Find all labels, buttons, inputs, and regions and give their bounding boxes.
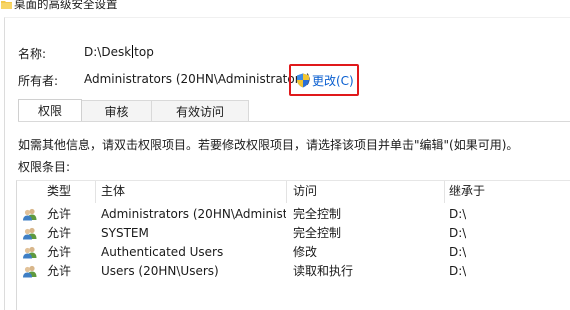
folder-icon <box>1 1 12 9</box>
permission-entries-label: 权限条目: <box>18 160 71 174</box>
column-inherited-from[interactable]: 继承于 <box>449 181 485 203</box>
table-row[interactable]: 允许 Authenticated Users 修改 D:\ <box>17 243 570 262</box>
name-label: 名称: <box>18 47 47 61</box>
name-value[interactable]: D:\Desk top <box>84 45 154 59</box>
row-inherited-from: D:\ <box>449 264 467 278</box>
change-owner-link[interactable]: 更改(C) <box>289 64 359 96</box>
owner-value: Administrators (20HN\Administrators) <box>84 72 311 86</box>
text-cursor <box>132 45 134 58</box>
row-access: 修改 <box>293 245 318 259</box>
uac-shield-icon <box>297 73 309 87</box>
tab-permissions[interactable]: 权限 <box>18 99 82 121</box>
title-bar: 桌面的高级安全设置 <box>0 0 570 14</box>
row-principal: Authenticated Users <box>101 245 224 259</box>
info-text: 如需其他信息，请双击权限项目。若要修改权限项目，请选择该项目并单击"编辑"(如果… <box>18 138 519 152</box>
change-link-text: 更改(C) <box>312 73 354 88</box>
row-inherited-from: D:\ <box>449 245 467 259</box>
name-value-part-1: D:\Desk <box>84 45 132 59</box>
name-value-part-2: top <box>134 45 154 59</box>
row-access: 完全控制 <box>293 226 342 240</box>
row-access: 完全控制 <box>293 207 342 221</box>
column-principal[interactable]: 主体 <box>101 181 125 203</box>
column-type[interactable]: 类型 <box>47 181 71 203</box>
table-row[interactable]: 允许 SYSTEM 完全控制 D:\ <box>17 224 570 243</box>
table-header: 类型 主体 访问 继承于 <box>17 181 570 203</box>
row-principal: Users (20HN\Users) <box>101 264 219 278</box>
tab-effective-access-label: 有效访问 <box>175 104 224 119</box>
column-separator[interactable] <box>444 181 445 203</box>
users-icon <box>23 246 37 259</box>
tab-strip: 权限 审核 有效访问 <box>18 99 249 121</box>
users-icon <box>23 265 37 278</box>
owner-label: 所有者: <box>18 74 59 88</box>
tab-auditing-label: 审核 <box>104 104 129 119</box>
table-row[interactable]: 允许 Administrators (20HN\Administr... 完全控… <box>17 205 570 224</box>
row-type: 允许 <box>47 264 72 278</box>
row-access: 读取和执行 <box>293 264 354 278</box>
window-title: 桌面的高级安全设置 <box>14 0 118 11</box>
tab-divider <box>18 121 570 122</box>
users-icon <box>23 208 37 221</box>
table-row[interactable]: 允许 Users (20HN\Users) 读取和执行 D:\ <box>17 262 570 281</box>
tab-effective-access[interactable]: 有效访问 <box>151 100 249 121</box>
row-type: 允许 <box>47 207 72 221</box>
row-type: 允许 <box>47 226 72 240</box>
row-type: 允许 <box>47 245 72 259</box>
tab-permissions-label: 权限 <box>37 104 62 118</box>
row-principal: SYSTEM <box>101 226 149 240</box>
users-icon <box>23 227 37 240</box>
row-principal: Administrators (20HN\Administr... <box>101 207 286 221</box>
column-separator[interactable] <box>286 181 287 203</box>
column-access[interactable]: 访问 <box>293 181 317 203</box>
permission-entries-table: 类型 主体 访问 继承于 允许 Administrators (20HN\Adm… <box>16 180 570 310</box>
tab-auditing[interactable]: 审核 <box>81 100 152 121</box>
row-inherited-from: D:\ <box>449 226 467 240</box>
column-separator[interactable] <box>95 181 96 203</box>
row-inherited-from: D:\ <box>449 207 467 221</box>
